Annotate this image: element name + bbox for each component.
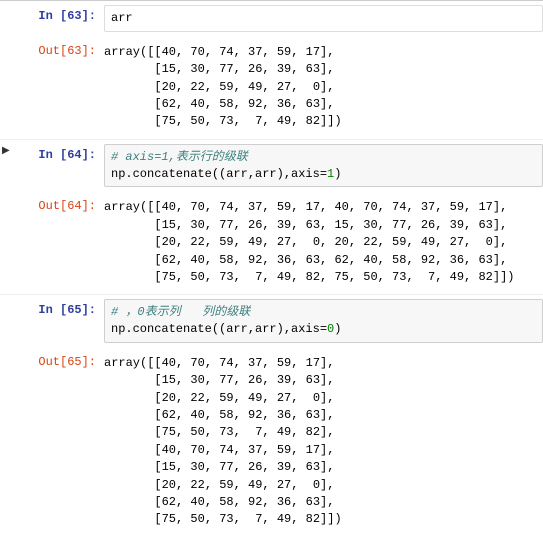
comment-64: # axis=1,表示行的级联 — [111, 150, 248, 164]
run-marker-icon[interactable]: ▶ — [0, 139, 10, 157]
output-text-64: array([[40, 70, 74, 37, 59, 17, 40, 70, … — [104, 195, 543, 290]
output-cell-63: Out[63]: array([[40, 70, 74, 37, 59, 17]… — [0, 36, 543, 139]
output-cell-64: Out[64]: array([[40, 70, 74, 37, 59, 17,… — [0, 191, 543, 294]
output-text-63: array([[40, 70, 74, 37, 59, 17], [15, 30… — [104, 40, 543, 135]
prompt-in-65: In [65]: — [0, 299, 104, 343]
output-cell-65: Out[65]: array([[40, 70, 74, 37, 59, 17]… — [0, 347, 543, 537]
input-cell-64: In [64]: # axis=1,表示行的级联 np.concatenate(… — [0, 139, 543, 192]
code-input-64[interactable]: # axis=1,表示行的级联 np.concatenate((arr,arr)… — [104, 144, 543, 188]
input-cell-65: In [65]: # ，0表示列 列的级联 np.concatenate((ar… — [0, 294, 543, 347]
prompt-in-63: In [63]: — [0, 5, 104, 32]
prompt-in-64: In [64]: — [0, 144, 104, 188]
code-line-65: np.concatenate((arr,arr),axis=0) — [111, 322, 341, 336]
prompt-out-64: Out[64]: — [0, 195, 104, 290]
comment-65: # ，0表示列 列的级联 — [111, 305, 250, 319]
prompt-out-65: Out[65]: — [0, 351, 104, 533]
prompt-out-63: Out[63]: — [0, 40, 104, 135]
code-input-65[interactable]: # ，0表示列 列的级联 np.concatenate((arr,arr),ax… — [104, 299, 543, 343]
code-input-63[interactable]: arr — [104, 5, 543, 32]
output-text-65: array([[40, 70, 74, 37, 59, 17], [15, 30… — [104, 351, 543, 533]
input-cell-63: In [63]: arr — [0, 0, 543, 36]
code-line-64: np.concatenate((arr,arr),axis=1) — [111, 167, 341, 181]
